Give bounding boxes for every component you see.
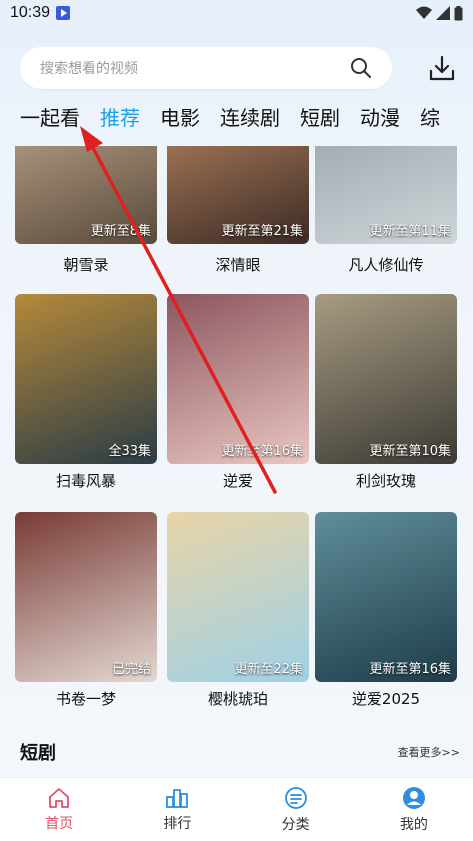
video-card[interactable]: 更新至第10集 利剑玫瑰 (315, 294, 457, 500)
video-title[interactable]: 扫毒风暴 (15, 470, 157, 491)
update-badge: 全33集 (108, 444, 151, 459)
video-title[interactable]: 朝雪录 (15, 254, 157, 275)
nav-label: 我的 (399, 816, 428, 833)
signal-icon (436, 6, 450, 20)
nav-label: 首页 (45, 815, 74, 832)
category-tabs: 一起看 推荐 电影 连续剧 短剧 动漫 综 (20, 100, 473, 132)
update-badge: 更新至8集 (90, 224, 151, 239)
update-badge: 更新至第21集 (221, 224, 303, 239)
video-card[interactable]: 已完结 书卷一梦 (15, 512, 157, 718)
nav-label: 分类 (281, 816, 310, 833)
video-title[interactable]: 逆爱2025 (315, 688, 457, 709)
video-poster[interactable]: 更新至第11集 (315, 146, 457, 244)
video-poster[interactable]: 更新至第10集 (315, 294, 457, 464)
video-card[interactable]: 更新至第16集 逆爱 (167, 294, 309, 500)
video-poster[interactable]: 已完结 (15, 512, 157, 682)
section-title: 短剧 (20, 743, 56, 764)
app-notification-icon (56, 6, 71, 20)
update-badge: 已完结 (111, 662, 151, 677)
search-placeholder: 搜索想看的视频 (40, 61, 138, 77)
video-poster[interactable]: 全33集 (15, 294, 157, 464)
download-icon (429, 55, 455, 81)
video-grid: 更新至8集 朝雪录 更新至第21集 深情眼 更新至第11集 凡人修仙传 全33集… (15, 146, 460, 732)
nav-ranking[interactable]: 排行 (118, 778, 236, 841)
search-icon[interactable] (350, 57, 372, 79)
video-card[interactable]: 更新至第11集 凡人修仙传 (315, 146, 457, 280)
update-badge: 更新至第16集 (369, 662, 451, 677)
video-poster[interactable]: 更新至第16集 (167, 294, 309, 464)
profile-icon (402, 786, 425, 809)
category-icon (284, 786, 307, 809)
update-badge: 更新至第10集 (369, 444, 451, 459)
update-badge: 更新至22集 (234, 662, 303, 677)
download-button[interactable] (424, 50, 460, 86)
tab-recommend[interactable]: 推荐 (100, 102, 140, 131)
update-badge: 更新至第16集 (221, 444, 303, 459)
short-drama-section-header: 短剧 查看更多>> (20, 740, 460, 764)
bottom-nav: 首页 排行 分类 我的 (0, 777, 473, 841)
view-more-link[interactable]: 查看更多>> (398, 744, 460, 760)
video-title[interactable]: 逆爱 (167, 470, 309, 491)
battery-icon (454, 5, 463, 20)
video-title[interactable]: 利剑玫瑰 (315, 470, 457, 491)
nav-label: 排行 (163, 815, 192, 832)
status-icons (416, 5, 463, 21)
tab-anime[interactable]: 动漫 (360, 102, 400, 131)
video-poster[interactable]: 更新至22集 (167, 512, 309, 682)
wifi-icon (416, 6, 432, 19)
video-poster[interactable]: 更新至第21集 (167, 146, 309, 244)
ranking-icon (166, 788, 189, 808)
search-input[interactable]: 搜索想看的视频 (20, 47, 392, 89)
tab-series[interactable]: 连续剧 (220, 102, 280, 131)
video-title[interactable]: 深情眼 (167, 254, 309, 275)
video-poster[interactable]: 更新至8集 (15, 146, 157, 244)
video-title[interactable]: 樱桃琥珀 (167, 688, 309, 709)
video-title[interactable]: 凡人修仙传 (315, 254, 457, 275)
nav-profile[interactable]: 我的 (355, 778, 473, 841)
status-time: 10:39 (10, 4, 51, 21)
update-badge: 更新至第11集 (369, 224, 451, 239)
tab-variety[interactable]: 综 (420, 102, 440, 131)
video-poster[interactable]: 更新至第16集 (315, 512, 457, 682)
tab-movie[interactable]: 电影 (160, 102, 200, 131)
video-card[interactable]: 更新至22集 樱桃琥珀 (167, 512, 309, 718)
search-row: 搜索想看的视频 (20, 46, 460, 90)
video-card[interactable]: 更新至第21集 深情眼 (167, 146, 309, 280)
video-card[interactable]: 更新至8集 朝雪录 (15, 146, 157, 280)
tab-short-drama[interactable]: 短剧 (300, 102, 340, 131)
video-title[interactable]: 书卷一梦 (15, 688, 157, 709)
nav-home[interactable]: 首页 (0, 778, 118, 841)
home-icon (49, 787, 70, 808)
status-bar: 10:39 (0, 0, 473, 26)
video-card[interactable]: 全33集 扫毒风暴 (15, 294, 157, 500)
tab-together[interactable]: 一起看 (20, 102, 80, 131)
video-card[interactable]: 更新至第16集 逆爱2025 (315, 512, 457, 718)
nav-category[interactable]: 分类 (237, 778, 355, 841)
